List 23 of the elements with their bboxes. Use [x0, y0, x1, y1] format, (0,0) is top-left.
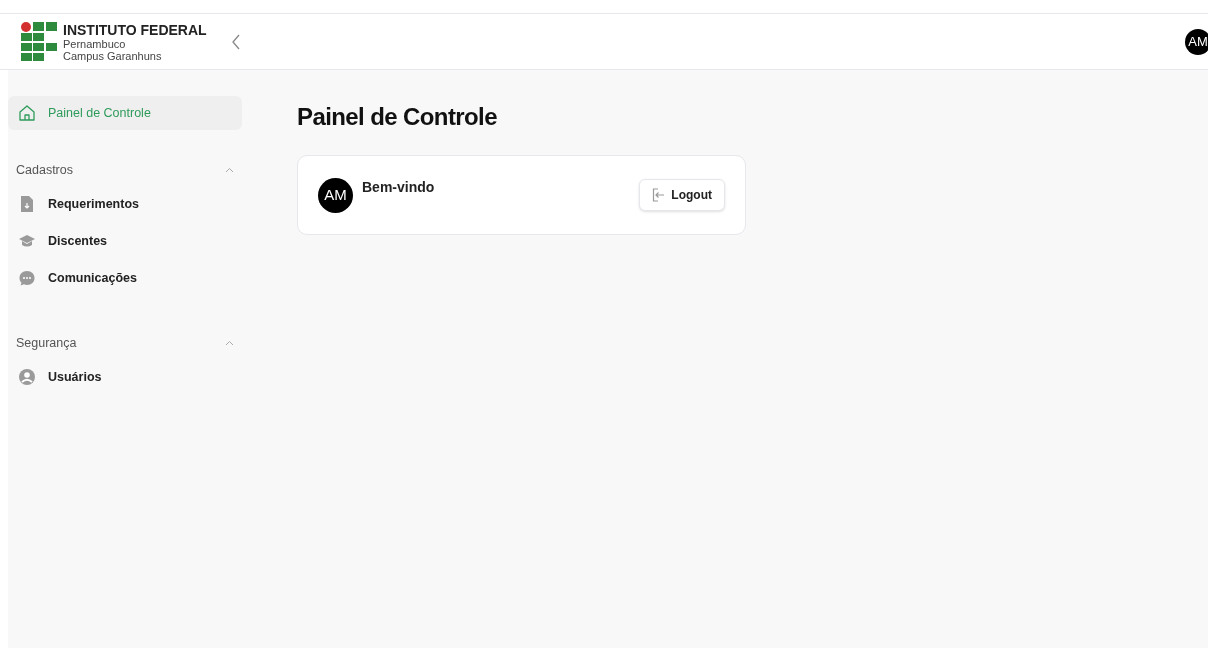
page-title: Painel de Controle: [297, 102, 498, 132]
file-icon: [18, 195, 36, 213]
section-title: Segurança: [16, 334, 77, 352]
logo-icon: [20, 21, 58, 62]
sidebar-item[interactable]: Discentes: [8, 224, 242, 258]
logout-button[interactable]: Logout: [639, 179, 725, 211]
user-icon: [18, 368, 36, 386]
chevron-icon[interactable]: [225, 340, 234, 346]
chevron-icon[interactable]: [225, 167, 234, 173]
logo-subtitle: Campus Garanhuns: [63, 49, 163, 62]
logout-icon: [652, 188, 666, 202]
user-avatar: AM: [318, 178, 353, 213]
sidebar-item[interactable]: Usuários: [8, 360, 242, 394]
section-title: Cadastros: [16, 161, 73, 179]
welcome-text: Bem-vindo: [362, 178, 435, 197]
sidebar-item[interactable]: Comunicações: [8, 261, 242, 295]
logo-subtitle: Pernambuco: [63, 37, 127, 50]
chat-bubble-icon: [18, 269, 36, 287]
logo-title: INSTITUTO FEDERAL: [63, 21, 207, 38]
chevron-left-icon: [230, 33, 241, 50]
user-avatar[interactable]: AM: [1185, 28, 1208, 55]
sidebar-item[interactable]: Requerimentos: [8, 187, 242, 221]
home-icon: [18, 104, 36, 122]
